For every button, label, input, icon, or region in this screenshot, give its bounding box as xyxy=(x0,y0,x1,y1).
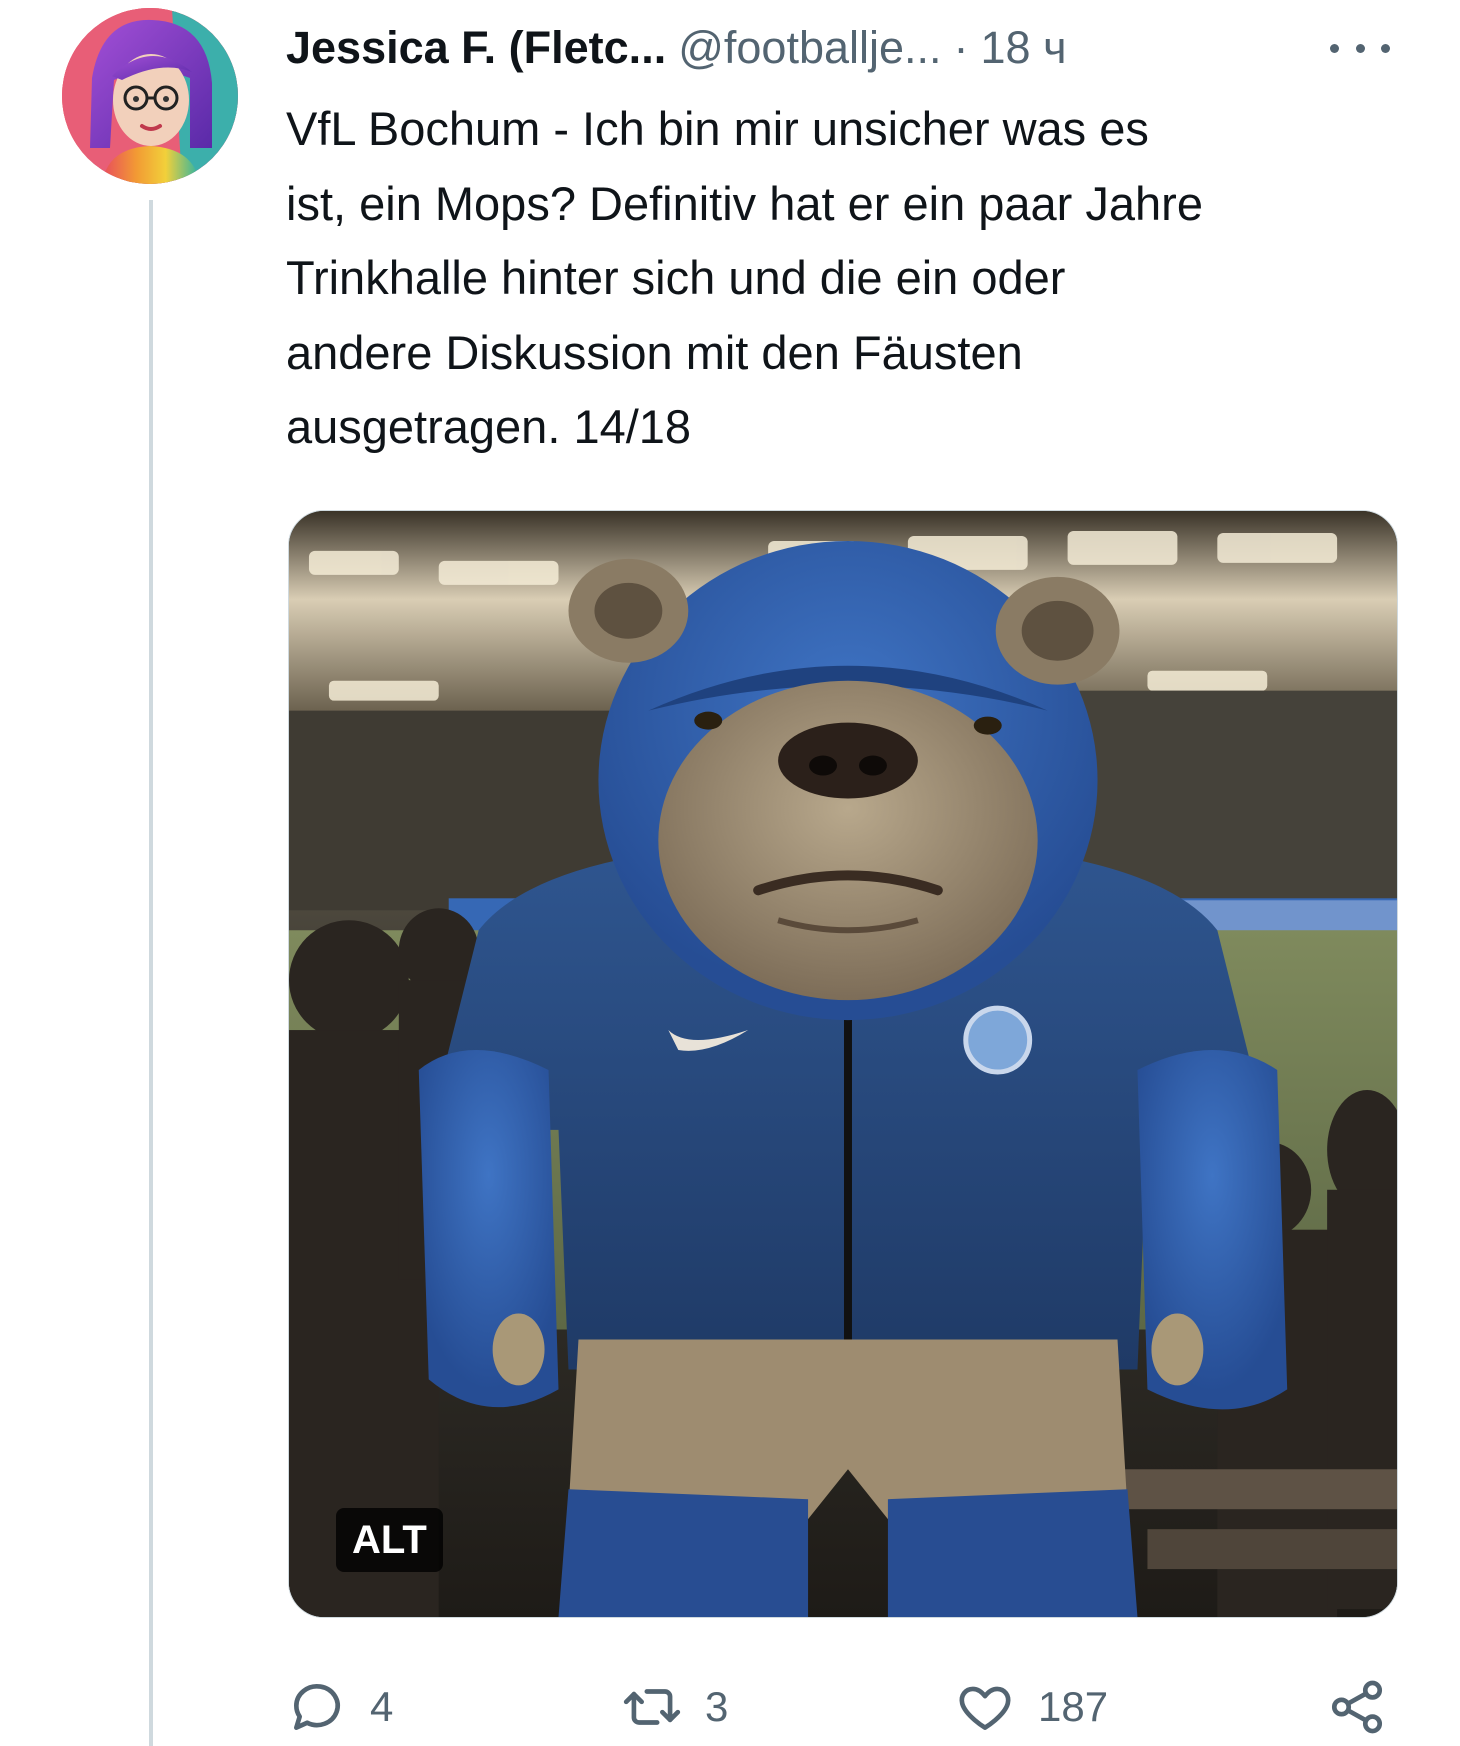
reply-count: 4 xyxy=(370,1683,394,1730)
more-dot xyxy=(1330,43,1339,53)
separator-dot: · xyxy=(953,22,969,73)
retweet-button[interactable]: 3 xyxy=(621,1672,728,1742)
tweet-image[interactable] xyxy=(288,510,1398,1618)
action-bar: 4 3 187 xyxy=(286,1672,1406,1742)
share-nodes-icon xyxy=(1331,1680,1383,1734)
heart-icon xyxy=(959,1686,1011,1730)
tweet-header: Jessica F. (Fletc... @footballje... · 18… xyxy=(286,18,1067,78)
share-button[interactable] xyxy=(1326,1672,1388,1742)
retweet-count: 3 xyxy=(705,1683,729,1730)
author-name[interactable]: Jessica F. (Fletc... xyxy=(286,22,666,74)
like-button[interactable]: 187 xyxy=(954,1672,1108,1742)
more-dot xyxy=(1355,43,1365,53)
alt-text-badge[interactable]: ALT xyxy=(336,1508,443,1572)
mascot-image xyxy=(289,511,1397,1617)
tweet[interactable]: Jessica F. (Fletc... @footballje... · 18… xyxy=(0,0,1460,1746)
avatar[interactable] xyxy=(62,8,238,184)
author-handle[interactable]: @footballje... xyxy=(678,22,941,74)
reply-bubble-icon xyxy=(294,1684,340,1730)
retweet-arrows-icon xyxy=(623,1689,681,1725)
more-icon[interactable] xyxy=(1330,28,1390,68)
more-dot xyxy=(1381,43,1390,53)
timestamp[interactable]: 18 ч xyxy=(981,22,1067,74)
tweet-text: VfL Bochum - Ich bin mir unsicher was es… xyxy=(286,102,1203,453)
avatar-illustration xyxy=(62,8,238,184)
reply-button[interactable]: 4 xyxy=(286,1672,393,1742)
thread-line xyxy=(149,200,153,1746)
like-count: 187 xyxy=(1038,1683,1109,1730)
